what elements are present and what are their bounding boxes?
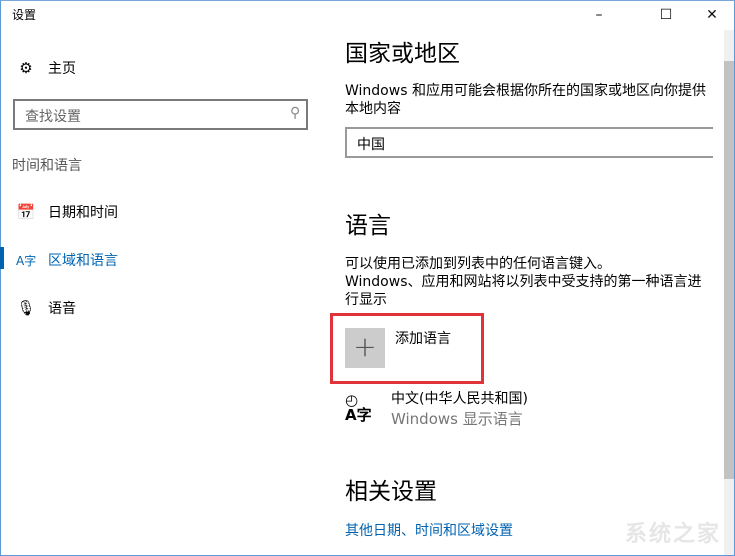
language-name[interactable]: 中文(中华人民共和国)	[391, 390, 528, 408]
region-description: Windows 和应用可能会根据你所在的国家或地区向你提供本地内容	[345, 83, 706, 117]
scrollbar-thumb[interactable]	[724, 61, 734, 479]
search-icon: ⚲	[289, 105, 300, 121]
calendar-clock-icon: 📅	[16, 203, 36, 221]
search-placeholder: 查找设置	[25, 109, 81, 125]
section-label: 时间和语言	[12, 158, 82, 174]
sidebar-item-region-language[interactable]: A字 区域和语言	[16, 250, 118, 270]
country-dropdown[interactable]: 中国	[345, 127, 713, 158]
sidebar-item-speech[interactable]: 🎙 语音	[16, 298, 76, 318]
window-title: 设置	[12, 8, 37, 22]
country-value: 中国	[357, 137, 385, 153]
sidebar-item-label: 主页	[48, 61, 76, 77]
scrollbar[interactable]	[724, 30, 734, 555]
sidebar-item-home[interactable]: ⚙ 主页	[16, 58, 76, 78]
language-pack-icon: ◴ A字	[345, 391, 372, 424]
watermark: 系统之家	[624, 522, 721, 547]
language-line2: Windows、应用和网站将以列表中受支持的第一种语言进行显示	[345, 274, 702, 308]
language-heading: 语言	[345, 213, 391, 239]
language-line1: 可以使用已添加到列表中的任何语言键入。	[345, 256, 611, 272]
region-heading: 国家或地区	[345, 41, 460, 67]
related-heading: 相关设置	[345, 479, 437, 505]
search-input[interactable]: 查找设置 ⚲	[13, 99, 308, 130]
minimize-button[interactable]: –	[584, 4, 614, 26]
active-indicator	[0, 247, 4, 269]
sidebar-item-label: 区域和语言	[48, 253, 118, 269]
maximize-button[interactable]: ☐	[651, 4, 681, 26]
language-icon: A字	[16, 253, 37, 268]
sidebar-item-label: 日期和时间	[48, 205, 118, 221]
add-language-button[interactable]: +	[345, 328, 385, 368]
other-date-time-region-link[interactable]: 其他日期、时间和区域设置	[345, 520, 513, 540]
microphone-icon: 🎙	[16, 299, 36, 317]
gear-icon: ⚙	[19, 59, 33, 77]
add-language-label[interactable]: 添加语言	[395, 330, 451, 348]
sidebar-item-label: 语音	[48, 301, 76, 317]
language-sub: Windows 显示语言	[391, 410, 523, 428]
sidebar-item-date-time[interactable]: 📅 日期和时间	[16, 202, 118, 222]
close-button[interactable]: ✕	[697, 4, 727, 26]
